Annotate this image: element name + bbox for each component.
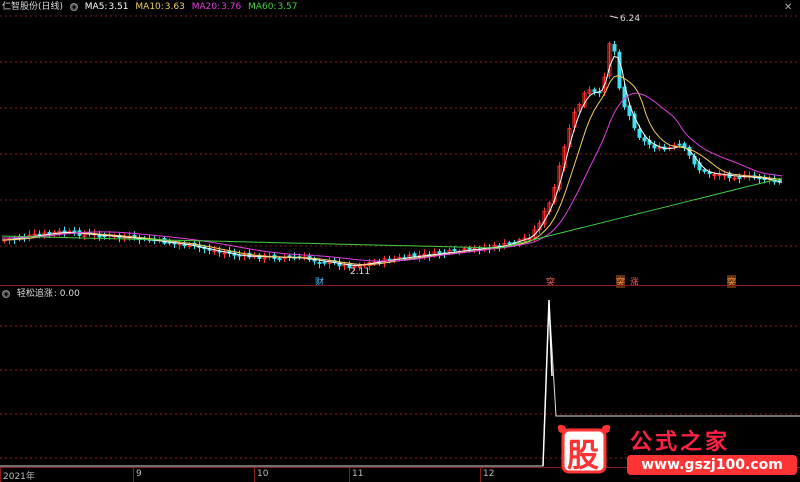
ma5-label: MA5: <box>84 2 108 12</box>
settings-icon[interactable]: ◉ <box>69 2 78 11</box>
candle-body <box>732 177 737 180</box>
high-price-label: 6.24 <box>620 14 641 24</box>
ma60-label: MA60: <box>248 2 277 12</box>
indicator-value: : 0.00 <box>53 289 80 299</box>
candle-body <box>592 89 597 93</box>
candle-body <box>422 253 427 256</box>
candle-body <box>317 261 322 264</box>
ma10-value: 3.63 <box>164 2 185 12</box>
indicator-title: 轻松追涨 <box>16 289 53 299</box>
main-chart-panel[interactable]: 仁智股份(日线) ◉ MA5:3.51 MA10:3.63 MA20:3.76 … <box>0 0 800 288</box>
candle-body <box>32 233 37 236</box>
ma5-value: 3.51 <box>108 2 129 12</box>
indicator-spike <box>542 299 553 467</box>
x-label-9: 9 <box>136 469 142 479</box>
ma60-value: 3.57 <box>277 2 298 12</box>
candle-body <box>737 176 742 179</box>
candle-body <box>277 258 282 261</box>
watermark-logo-char: 股 <box>567 436 600 474</box>
watermark-text: 公式之家 <box>630 430 731 455</box>
candle-body <box>612 44 617 52</box>
candle-body <box>637 128 642 138</box>
candle-body <box>507 242 512 245</box>
candle-body <box>717 174 722 177</box>
candle-body <box>322 261 327 264</box>
x-label-10: 10 <box>257 469 269 479</box>
stock-title: 仁智股份(日线) <box>2 2 64 12</box>
candle-body <box>222 252 227 255</box>
candle-body <box>467 247 472 250</box>
ma10-label: MA10: <box>135 2 164 12</box>
candle-body <box>702 169 707 172</box>
x-label-12: 12 <box>483 469 495 479</box>
candle-body <box>72 230 77 233</box>
ma20-label: MA20: <box>191 2 221 12</box>
ma20-value: 3.76 <box>221 2 242 12</box>
candle-body <box>677 143 682 146</box>
settings-icon[interactable]: ◉ <box>2 289 10 298</box>
candle-body <box>132 234 137 237</box>
watermark-logo: 股 <box>555 422 613 476</box>
candle-body <box>712 174 717 177</box>
watermark-url: www.gszj100.com <box>627 455 797 475</box>
x-label-11: 11 <box>352 469 364 479</box>
low-price-label: 2.11 <box>350 267 371 277</box>
candlestick-chart[interactable] <box>0 0 800 285</box>
close-icon[interactable]: ✕ <box>784 2 792 13</box>
candle-body <box>642 137 647 142</box>
main-chart-header: 仁智股份(日线) ◉ MA5:3.51 MA10:3.63 MA20:3.76 … <box>2 1 302 13</box>
candle-body <box>452 249 457 252</box>
indicator-header: ◉ 轻松追涨: 0.00 <box>2 288 84 300</box>
x-label-2021: 2021年 <box>3 472 35 482</box>
candle-body <box>652 144 657 149</box>
